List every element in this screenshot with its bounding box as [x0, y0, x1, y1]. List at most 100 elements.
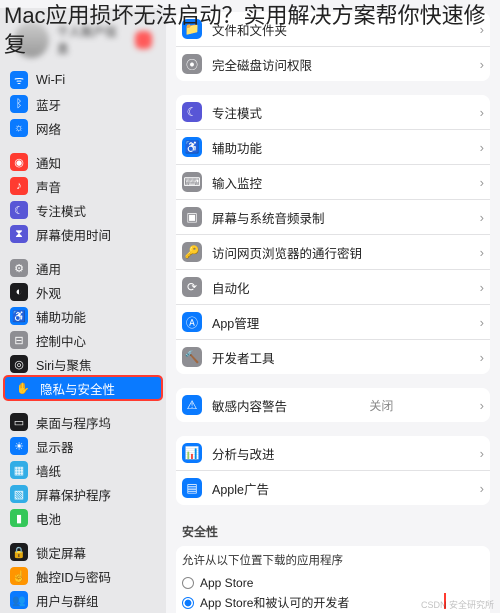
sidebar-icon: 👥 [10, 591, 28, 609]
row-label: 屏幕与系统音频录制 [212, 208, 325, 227]
sidebar-item[interactable]: ♪声音 [0, 174, 166, 198]
row-label: Apple广告 [212, 479, 269, 498]
sidebar-item[interactable]: ▧ 屏幕保护程序 [0, 482, 166, 506]
radio-icon [182, 577, 194, 589]
row-icon: Ⓐ [182, 312, 202, 332]
sidebar-label: 控制中心 [36, 331, 86, 350]
settings-row[interactable]: ▤ Apple广告 › [176, 471, 490, 505]
sidebar-item[interactable]: 👥 用户与群组 [0, 588, 166, 612]
radio-label: App Store [200, 576, 253, 590]
sidebar-label: 辅助功能 [36, 307, 86, 326]
row-icon: ▣ [182, 207, 202, 227]
settings-row[interactable]: 🔑访问网页浏览器的通行密钥› [176, 235, 490, 270]
chevron-right-icon: › [480, 105, 484, 120]
row-icon: ♿ [182, 137, 202, 157]
sidebar-label: 隐私与安全性 [40, 379, 115, 398]
row-label: 专注模式 [212, 103, 262, 122]
sidebar-icon: ☀ [10, 437, 28, 455]
chevron-right-icon: › [480, 140, 484, 155]
settings-row[interactable]: ⚠敏感内容警告关闭› [176, 388, 490, 422]
sidebar: 个人账户信息 ᯤWi-Fiᛒ蓝牙☼网络◉通知♪声音☾专注模式⧗屏幕使用时间⚙通用… [0, 8, 166, 613]
row-label: 输入监控 [212, 173, 262, 192]
sidebar-item[interactable]: ◎Siri与聚焦 [0, 352, 166, 376]
sidebar-item[interactable]: ☼ 网络 [0, 116, 166, 140]
allow-apps-desc: 允许从以下位置下载的应用程序 [182, 548, 484, 574]
sidebar-item[interactable]: ▭ 桌面与程序坞 [0, 410, 166, 434]
settings-row[interactable]: ▣ 屏幕与系统音频录制 › [176, 200, 490, 235]
row-icon: ☾ [182, 102, 202, 122]
sidebar-item[interactable]: ᛒ 蓝牙 [0, 92, 166, 116]
sidebar-icon: ☼ [10, 119, 28, 137]
sidebar-label: Wi-Fi [36, 73, 65, 87]
sidebar-icon: ◎ [10, 355, 28, 373]
row-label: 自动化 [212, 278, 250, 297]
sidebar-icon: ♿ [10, 307, 28, 325]
settings-row[interactable]: ⌨输入监控› [176, 165, 490, 200]
sidebar-item[interactable]: ♿ 辅助功能 [0, 304, 166, 328]
sidebar-icon: ◉ [10, 153, 28, 171]
sidebar-item[interactable]: ☀显示器 [0, 434, 166, 458]
chevron-right-icon: › [480, 398, 484, 413]
sidebar-icon: ▮ [10, 509, 28, 527]
settings-row[interactable]: Ⓐ App管理 › [176, 305, 490, 340]
sidebar-icon: ⊟ [10, 331, 28, 349]
sidebar-label: 触控ID与密码 [36, 567, 111, 586]
sidebar-item[interactable]: 🔒锁定屏幕 [0, 540, 166, 564]
sidebar-icon: ☾ [10, 201, 28, 219]
settings-row[interactable]: ⟳ 自动化 › [176, 270, 490, 305]
chevron-right-icon: › [480, 280, 484, 295]
row-status: 关闭 [369, 397, 393, 414]
sidebar-label: 桌面与程序坞 [36, 413, 111, 432]
row-icon: 🔑 [182, 242, 202, 262]
sidebar-icon: ▧ [10, 485, 28, 503]
row-label: 辅助功能 [212, 138, 262, 157]
sidebar-item[interactable]: ⧗屏幕使用时间 [0, 222, 166, 246]
row-label: 访问网页浏览器的通行密钥 [212, 243, 362, 262]
sidebar-item[interactable]: ◐外观 [0, 280, 166, 304]
row-label: 开发者工具 [212, 348, 275, 367]
settings-row[interactable]: ☾ 专注模式 › [176, 95, 490, 130]
sidebar-label: 锁定屏幕 [36, 543, 86, 562]
settings-row[interactable]: 📊 分析与改进 › [176, 436, 490, 471]
sidebar-item[interactable]: ☝触控ID与密码 [0, 564, 166, 588]
chevron-right-icon: › [480, 315, 484, 330]
row-icon: ⟳ [182, 277, 202, 297]
radio-appstore[interactable]: App Store [182, 574, 484, 592]
sidebar-icon: ᛒ [10, 95, 28, 113]
sidebar-label: 网络 [36, 119, 61, 138]
sidebar-icon: ▭ [10, 413, 28, 431]
sidebar-icon: ✋ [14, 379, 32, 397]
sidebar-label: 用户与群组 [36, 591, 99, 610]
sidebar-icon: ▦ [10, 461, 28, 479]
chevron-right-icon: › [480, 175, 484, 190]
sidebar-item[interactable]: ⊟ 控制中心 [0, 328, 166, 352]
watermark: CSDN 安全研究所 [421, 598, 494, 611]
sidebar-item[interactable]: ◉ 通知 [0, 150, 166, 174]
row-icon: ⚠ [182, 395, 202, 415]
sidebar-item[interactable]: ▦墙纸 [0, 458, 166, 482]
chevron-right-icon: › [480, 481, 484, 496]
chevron-right-icon: › [480, 350, 484, 365]
sidebar-label: 屏幕保护程序 [36, 485, 111, 504]
settings-row[interactable]: ♿ 辅助功能 › [176, 130, 490, 165]
sidebar-icon: ⚙ [10, 259, 28, 277]
sidebar-item[interactable]: ᯤWi-Fi [0, 68, 166, 92]
sidebar-item[interactable]: ▮电池 [0, 506, 166, 530]
sidebar-item[interactable]: ✋ 隐私与安全性 [4, 376, 162, 400]
row-label: App管理 [212, 313, 259, 332]
row-icon: 📊 [182, 443, 202, 463]
sidebar-label: 通知 [36, 153, 61, 172]
overlay-title: Mac应用损坏无法启动？实用解决方案帮你快速修复 [0, 0, 500, 61]
security-header: 安全性 [176, 519, 490, 546]
sidebar-item[interactable]: ☾ 专注模式 [0, 198, 166, 222]
row-icon: ▤ [182, 478, 202, 498]
chevron-right-icon: › [480, 210, 484, 225]
sidebar-label: 专注模式 [36, 201, 86, 220]
row-label: 分析与改进 [212, 444, 275, 463]
settings-row[interactable]: 🔨开发者工具› [176, 340, 490, 374]
sidebar-label: 外观 [36, 283, 61, 302]
chevron-right-icon: › [480, 446, 484, 461]
sidebar-item[interactable]: ⚙通用 [0, 256, 166, 280]
sidebar-label: 蓝牙 [36, 95, 61, 114]
sidebar-icon: ⧗ [10, 225, 28, 243]
